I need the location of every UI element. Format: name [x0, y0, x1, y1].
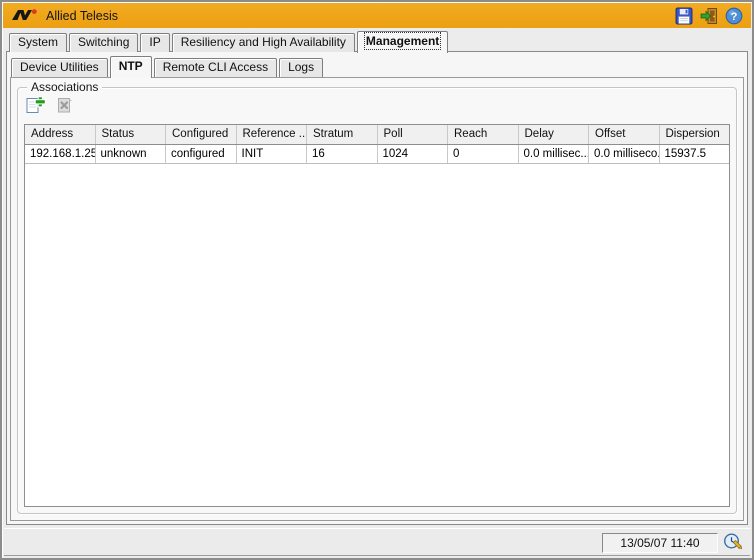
tab-system[interactable]: System: [9, 33, 67, 52]
column-header-stratum[interactable]: Stratum: [307, 125, 378, 144]
allied-telesis-logo-icon: [11, 8, 39, 23]
cell-reach: 0: [448, 145, 519, 163]
tab-logs[interactable]: Logs: [279, 58, 323, 77]
management-panel: Device Utilities NTP Remote CLI Access L…: [6, 51, 748, 525]
exit-icon[interactable]: [700, 7, 718, 25]
table-header-row: Address Status Configured Reference ... …: [25, 125, 729, 145]
groupbox-title: Associations: [27, 80, 102, 94]
statusbar: 13/05/07 11:40: [4, 528, 750, 556]
cell-delay: 0.0 millisec...: [519, 145, 590, 163]
help-icon[interactable]: ?: [725, 7, 743, 25]
tab-ntp[interactable]: NTP: [110, 56, 152, 78]
column-header-poll[interactable]: Poll: [378, 125, 449, 144]
clock-edit-icon[interactable]: [723, 532, 743, 552]
cell-dispersion: 15937.5: [660, 145, 730, 163]
cell-address: 192.168.1.254: [25, 145, 96, 163]
cell-status: unknown: [96, 145, 167, 163]
tab-management[interactable]: Management: [357, 31, 448, 53]
titlebar-actions: ?: [675, 7, 743, 25]
secondary-tabs: Device Utilities NTP Remote CLI Access L…: [11, 57, 325, 77]
cell-reference: INIT: [237, 145, 308, 163]
delete-icon: [55, 96, 75, 115]
tab-resiliency[interactable]: Resiliency and High Availability: [172, 33, 355, 52]
cell-stratum: 16: [307, 145, 378, 163]
associations-toolbar: [26, 96, 75, 115]
column-header-reach[interactable]: Reach: [448, 125, 519, 144]
column-header-status[interactable]: Status: [96, 125, 167, 144]
cell-offset: 0.0 milliseco...: [589, 145, 660, 163]
cell-configured: configured: [166, 145, 237, 163]
associations-groupbox: Associations: [17, 87, 737, 514]
table-row[interactable]: 192.168.1.254 unknown configured INIT 16…: [25, 145, 729, 164]
column-header-configured[interactable]: Configured: [166, 125, 237, 144]
add-icon[interactable]: [26, 96, 46, 115]
save-icon[interactable]: [675, 7, 693, 25]
associations-table: Address Status Configured Reference ... …: [24, 124, 730, 507]
tab-remote-cli-access[interactable]: Remote CLI Access: [154, 58, 277, 77]
svg-text:?: ?: [731, 10, 738, 22]
column-header-reference[interactable]: Reference ...: [237, 125, 308, 144]
tab-ip[interactable]: IP: [140, 33, 169, 52]
column-header-dispersion[interactable]: Dispersion: [660, 125, 730, 144]
datetime-display: 13/05/07 11:40: [602, 533, 718, 553]
column-header-delay[interactable]: Delay: [519, 125, 590, 144]
primary-tabs: System Switching IP Resiliency and High …: [9, 32, 450, 52]
titlebar: Allied Telesis: [3, 3, 751, 28]
column-header-address[interactable]: Address: [25, 125, 96, 144]
app-window: Allied Telesis: [0, 0, 754, 560]
column-header-offset[interactable]: Offset: [589, 125, 660, 144]
ntp-panel: Associations: [10, 77, 744, 521]
tab-device-utilities[interactable]: Device Utilities: [11, 58, 108, 77]
table-empty-area: [25, 164, 729, 506]
tab-switching[interactable]: Switching: [69, 33, 138, 52]
cell-poll: 1024: [378, 145, 449, 163]
window-title: Allied Telesis: [46, 9, 118, 23]
